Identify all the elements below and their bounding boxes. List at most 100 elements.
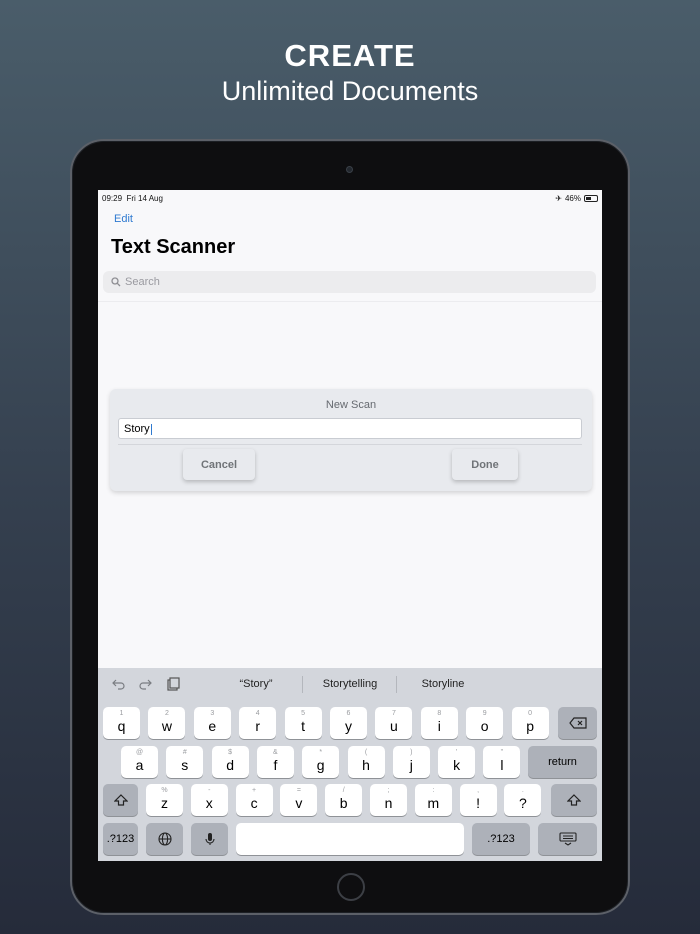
key-l[interactable]: " l: [483, 746, 521, 778]
key-label: e: [208, 718, 217, 734]
key-d[interactable]: $ d: [211, 746, 249, 778]
key-label: q: [117, 718, 126, 734]
key-![interactable]: ,!: [459, 784, 497, 816]
date-text: Fri 14 Aug: [126, 194, 163, 203]
key-alt-label: 1: [119, 710, 124, 717]
key-alt-label: +: [252, 787, 257, 794]
page-title: Text Scanner: [111, 236, 236, 258]
home-button[interactable]: [337, 873, 365, 901]
key-alt-label: ': [455, 749, 458, 756]
key-w[interactable]: 2w: [148, 707, 186, 739]
redo-icon[interactable]: [138, 677, 152, 691]
key-alt-label: 5: [301, 710, 306, 717]
key-e[interactable]: 3e: [193, 707, 231, 739]
delete-key[interactable]: [558, 707, 597, 739]
key-i[interactable]: 8i: [420, 707, 458, 739]
dialog-title: New Scan: [325, 399, 377, 411]
key-x[interactable]: -x: [190, 784, 228, 816]
key-alt-label: -: [208, 787, 211, 794]
key-label: c: [250, 795, 258, 811]
globe-icon: [157, 832, 172, 846]
key-alt-label: #: [182, 749, 187, 756]
key-alt-label: .: [521, 787, 524, 794]
status-right: ✈ 46%: [555, 194, 598, 203]
airplane-icon: ✈: [555, 194, 562, 203]
new-scan-dialog: New Scan Story Cancel Done: [110, 389, 592, 491]
key-y[interactable]: 6y: [330, 707, 367, 739]
key-alt-label: %: [161, 787, 168, 794]
key-z[interactable]: % z: [146, 784, 183, 816]
key-alt-label: 7: [391, 710, 396, 717]
key-k[interactable]: ' k: [438, 746, 476, 778]
key-alt-label: ): [410, 749, 413, 756]
shift-key-left[interactable]: [103, 784, 138, 816]
shift-key-right[interactable]: [551, 784, 597, 816]
key-c[interactable]: + c: [235, 784, 273, 816]
key-q[interactable]: 1q: [103, 707, 140, 739]
key-f[interactable]: & f: [256, 746, 294, 778]
numbers-key-right[interactable]: .?123: [472, 823, 530, 855]
suggestion-storyline[interactable]: Storyline: [398, 678, 488, 690]
key-alt-label: :: [432, 787, 435, 794]
key-g[interactable]: * g: [302, 746, 340, 778]
key-r[interactable]: 4r: [239, 707, 277, 739]
key-label: n: [384, 795, 393, 811]
key-label: s: [181, 757, 189, 773]
search-placeholder: Search: [125, 276, 160, 288]
keyboard: “Story” Storytelling Storyline 1q2w3e4r5…: [98, 668, 602, 861]
key-m[interactable]: :m: [414, 784, 452, 816]
search-bar[interactable]: Search: [103, 271, 596, 293]
key-label: ?: [518, 795, 527, 811]
suggestion-storytelling[interactable]: Storytelling: [305, 678, 395, 690]
key-b[interactable]: / b: [325, 784, 363, 816]
key-s[interactable]: # s: [166, 746, 204, 778]
scan-name-input[interactable]: Story: [118, 418, 582, 439]
globe-key[interactable]: [146, 823, 183, 855]
undo-icon[interactable]: [112, 677, 126, 691]
key-?[interactable]: .?: [504, 784, 542, 816]
key-h[interactable]: (h: [347, 746, 385, 778]
key-o[interactable]: 9o: [466, 707, 504, 739]
hide-keyboard-key[interactable]: [538, 823, 597, 855]
text-cursor: [150, 423, 152, 435]
space-bar[interactable]: [236, 823, 464, 855]
key-label: v: [295, 795, 303, 811]
battery-icon: [584, 195, 598, 202]
dialog-separator: [118, 444, 582, 445]
key-alt-label: &: [273, 749, 278, 756]
key-label: p: [526, 718, 534, 734]
numbers-key-left[interactable]: .?123: [103, 823, 138, 855]
key-a[interactable]: @ a: [121, 746, 158, 778]
key-label: l: [500, 757, 504, 773]
key-alt-label: (: [364, 749, 368, 756]
key-v[interactable]: = v: [280, 784, 318, 816]
key-label: j: [409, 757, 413, 773]
key-alt-label: 9: [482, 710, 487, 717]
shift-icon: [113, 794, 128, 806]
time-text: 09:29: [102, 194, 123, 203]
key-label: d: [226, 757, 234, 773]
key-u[interactable]: 7u: [375, 707, 413, 739]
key-label: z: [161, 795, 168, 811]
scan-name-value: Story: [124, 423, 150, 435]
cancel-button[interactable]: Cancel: [183, 449, 255, 480]
app-screen: 09:29 Fri 14 Aug ✈ 46% Edit Text Scanner…: [98, 190, 602, 861]
key-label: u: [389, 718, 398, 734]
edit-button[interactable]: Edit: [114, 213, 133, 225]
key-alt-label: @: [135, 749, 144, 756]
key-n[interactable]: ; n: [370, 784, 407, 816]
key-label: o: [480, 718, 489, 734]
keyboard-dismiss-icon: [558, 832, 577, 846]
key-label: a: [135, 757, 144, 773]
key-t[interactable]: 5t: [284, 707, 322, 739]
done-button[interactable]: Done: [452, 449, 518, 480]
key-alt-label: =: [296, 787, 301, 794]
return-key[interactable]: return: [528, 746, 597, 778]
suggestion-quoted[interactable]: “Story”: [211, 678, 301, 690]
key-alt-label: ": [500, 749, 504, 756]
dictation-key[interactable]: [191, 823, 228, 855]
key-j[interactable]: ) j: [392, 746, 430, 778]
key-p[interactable]: 0p: [511, 707, 549, 739]
front-camera: [346, 166, 353, 173]
paste-icon[interactable]: [166, 677, 180, 691]
